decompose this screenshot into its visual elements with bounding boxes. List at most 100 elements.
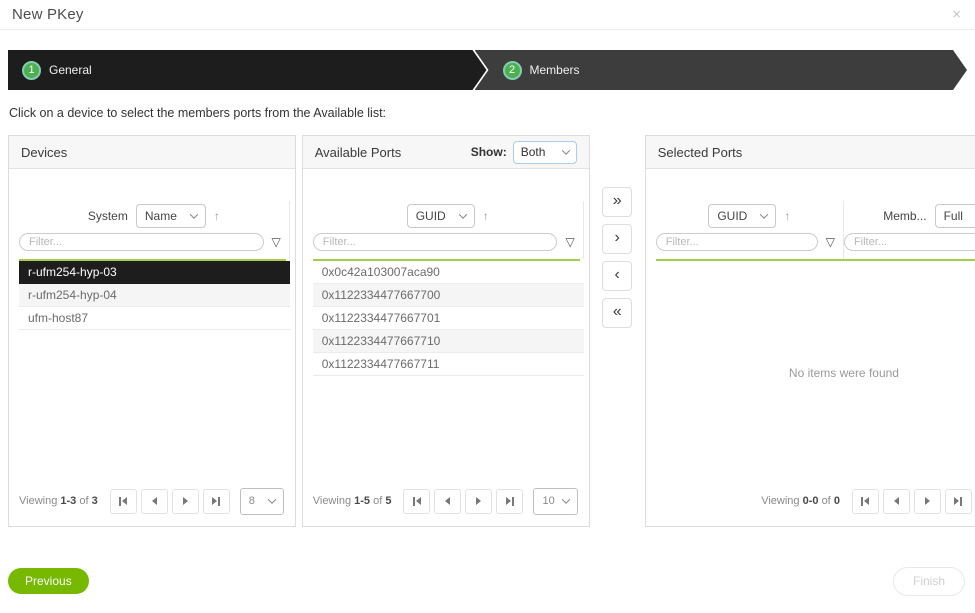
dialog-title: New PKey [12, 6, 84, 23]
first-page-button[interactable] [852, 489, 879, 514]
devices-sort-field-select[interactable]: Name [136, 204, 206, 228]
system-column-label: System [88, 209, 128, 223]
devices-panel-title: Devices [21, 145, 67, 160]
last-page-button[interactable] [945, 489, 972, 514]
first-page-icon [413, 497, 415, 506]
devices-panel: Devices System Name ↑ [8, 135, 296, 527]
move-right-button[interactable]: › [602, 224, 632, 254]
chevron-down-icon [267, 495, 275, 503]
previous-page-icon [894, 497, 899, 505]
available-page-size-select[interactable]: 10 [533, 488, 577, 515]
previous-page-button[interactable] [434, 489, 461, 514]
available-sort-field-select[interactable]: GUID [407, 204, 475, 228]
last-page-icon [954, 497, 959, 505]
step-2-badge: 2 [503, 61, 522, 80]
devices-panel-body: System Name ↑ ▽ [9, 169, 295, 526]
available-filter-input[interactable] [313, 233, 558, 251]
selected-membership-filter-input[interactable] [844, 233, 975, 251]
chevron-down-icon [561, 146, 569, 154]
available-panel-body: GUID ↑ ▽ 0x0c42a103007aca90 [303, 169, 589, 526]
available-ports-panel: Available Ports Show: Both GUID [302, 135, 590, 527]
port-row[interactable]: 0x1122334477667701 [313, 307, 584, 330]
wizard-step-general[interactable]: 1 General [8, 50, 487, 90]
port-row[interactable]: 0x1122334477667711 [313, 353, 584, 376]
selected-guid-filter-row: ▽ [656, 231, 843, 259]
available-ports-list: 0x0c42a103007aca90 0x1122334477667700 0x… [313, 261, 584, 376]
selected-pagination: Viewing 0-0 of 0 10 [656, 484, 975, 526]
next-page-icon [476, 497, 481, 505]
previous-button[interactable]: Previous [8, 568, 89, 594]
selected-viewing-text: Viewing 0-0 of 0 [761, 495, 840, 507]
sort-ascending-icon[interactable]: ↑ [214, 209, 220, 223]
show-both-select[interactable]: Both [513, 141, 577, 164]
move-left-button[interactable]: ‹ [602, 261, 632, 291]
available-viewing-text: Viewing 1-5 of 5 [313, 495, 392, 507]
device-row[interactable]: r-ufm254-hyp-04 [19, 284, 290, 307]
selected-membership-filter-row: ▽ [844, 231, 975, 259]
selected-membership-column-header: Memb... Full [844, 201, 975, 231]
move-right-icon: › [615, 229, 620, 247]
membership-select[interactable]: Full [935, 204, 975, 228]
chevron-down-icon [458, 210, 466, 218]
next-page-icon [925, 497, 930, 505]
devices-page-size-select[interactable]: 8 [240, 488, 284, 515]
device-row[interactable]: r-ufm254-hyp-03 [19, 261, 290, 284]
move-all-right-icon: » [613, 192, 622, 210]
next-page-button[interactable] [914, 489, 941, 514]
sort-ascending-icon[interactable]: ↑ [483, 209, 489, 223]
available-column-header: GUID ↑ [313, 201, 583, 231]
available-filter-row: ▽ [313, 231, 583, 259]
first-page-button[interactable] [403, 489, 430, 514]
selected-sort-field-select[interactable]: GUID [708, 204, 776, 228]
step-1-badge: 1 [22, 61, 41, 80]
port-row[interactable]: 0x0c42a103007aca90 [313, 261, 584, 284]
devices-column-header: System Name ↑ [19, 201, 289, 231]
dialog-header: New PKey × [0, 0, 975, 30]
chevron-down-icon [561, 495, 569, 503]
selected-panel-title: Selected Ports [658, 145, 743, 160]
last-page-button[interactable] [496, 489, 523, 514]
move-all-left-icon: « [613, 303, 622, 321]
instruction-text: Click on a device to select the members … [9, 106, 967, 120]
devices-pagination: Viewing 1-3 of 3 8 [19, 484, 290, 526]
move-left-icon: ‹ [615, 266, 620, 284]
chevron-down-icon [190, 210, 198, 218]
previous-page-icon [445, 497, 450, 505]
filter-funnel-icon[interactable]: ▽ [565, 235, 574, 249]
first-page-button[interactable] [110, 489, 137, 514]
last-page-icon [506, 497, 511, 505]
devices-list: r-ufm254-hyp-03 r-ufm254-hyp-04 ufm-host… [19, 261, 290, 330]
port-row[interactable]: 0x1122334477667700 [313, 284, 584, 307]
sort-ascending-icon[interactable]: ↑ [784, 209, 790, 223]
selected-guid-column-header: GUID ↑ [656, 201, 843, 231]
selected-panel-body: GUID ↑ ▽ Memb [646, 169, 975, 526]
device-row[interactable]: ufm-host87 [19, 307, 290, 330]
finish-button[interactable]: Finish [893, 567, 965, 596]
selected-guid-filter-input[interactable] [656, 233, 818, 251]
next-page-button[interactable] [172, 489, 199, 514]
chevron-down-icon [760, 210, 768, 218]
port-row[interactable]: 0x1122334477667710 [313, 330, 584, 353]
move-all-left-button[interactable]: « [602, 298, 632, 328]
devices-filter-input[interactable] [19, 233, 264, 251]
selected-panel-header: Selected Ports [646, 136, 975, 169]
devices-panel-header: Devices [9, 136, 295, 169]
previous-page-button[interactable] [141, 489, 168, 514]
next-page-button[interactable] [465, 489, 492, 514]
first-page-icon [861, 497, 863, 506]
step-2-label: Members [530, 63, 580, 77]
devices-viewing-text: Viewing 1-3 of 3 [19, 495, 98, 507]
selected-ports-panel: Selected Ports GUID ↑ [645, 135, 975, 527]
close-icon[interactable]: × [952, 7, 961, 22]
previous-page-button[interactable] [883, 489, 910, 514]
new-pkey-dialog: New PKey × 1 General 2 Members Click on … [0, 0, 975, 613]
filter-funnel-icon[interactable]: ▽ [826, 235, 835, 249]
filter-funnel-icon[interactable]: ▽ [272, 235, 281, 249]
last-page-icon [212, 497, 217, 505]
last-page-button[interactable] [203, 489, 230, 514]
transfer-buttons: » › ‹ « [590, 135, 645, 527]
move-all-right-button[interactable]: » [602, 187, 632, 217]
next-page-icon [183, 497, 188, 505]
wizard-step-members[interactable]: 2 Members [475, 50, 968, 90]
membership-column-label: Memb... [883, 209, 926, 223]
